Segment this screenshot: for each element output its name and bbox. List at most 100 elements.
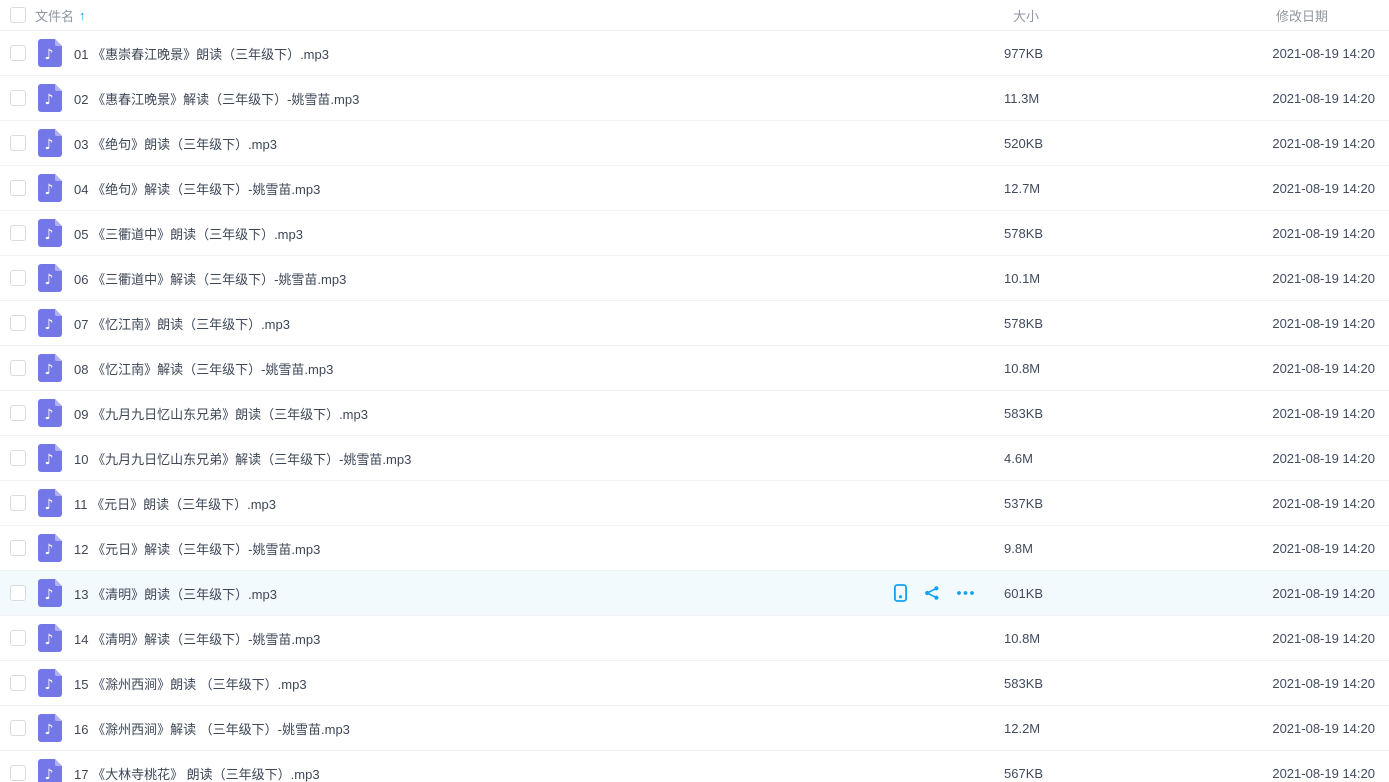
file-size: 578KB [1004,226,1104,241]
audio-file-icon: ♪ [38,264,62,292]
audio-file-icon: ♪ [38,624,62,652]
audio-file-icon: ♪ [38,39,62,67]
file-name[interactable]: 07 《忆江南》朗读（三年级下）.mp3 [74,314,1004,333]
table-row[interactable]: ♪ 01 《惠崇春江晚景》朗读（三年级下）.mp3 977KB 2021-08-… [0,31,1389,76]
sort-asc-icon[interactable]: ↑ [79,9,86,22]
table-row[interactable]: ♪ 02 《惠春江晚景》解读（三年级下）-姚雪苗.mp3 11.3M 2021-… [0,76,1389,121]
file-date: 2021-08-19 14:20 [1104,181,1389,196]
column-header-date[interactable]: 修改日期 [1104,6,1389,25]
table-row[interactable]: ♪ 04 《绝句》解读（三年级下）-姚雪苗.mp3 12.7M 2021-08-… [0,166,1389,211]
row-checkbox[interactable] [10,90,26,106]
row-checkbox[interactable] [10,225,26,241]
select-all-checkbox[interactable] [10,7,26,23]
row-checkbox[interactable] [10,765,26,781]
share-icon[interactable] [924,585,940,601]
music-note-glyph: ♪ [45,317,54,333]
file-name[interactable]: 09 《九月九日忆山东兄弟》朗读（三年级下）.mp3 [74,404,1004,423]
table-row[interactable]: ♪ 05 《三衢道中》朗读（三年级下）.mp3 578KB 2021-08-19… [0,211,1389,256]
table-row[interactable]: ♪ 08 《忆江南》解读（三年级下）-姚雪苗.mp3 10.8M 2021-08… [0,346,1389,391]
row-checkbox[interactable] [10,270,26,286]
table-row[interactable]: ♪ 06 《三衢道中》解读（三年级下）-姚雪苗.mp3 10.1M 2021-0… [0,256,1389,301]
file-date: 2021-08-19 14:20 [1104,631,1389,646]
audio-file-icon: ♪ [38,534,62,562]
music-note-glyph: ♪ [45,632,54,648]
file-size: 10.8M [1004,361,1104,376]
file-name[interactable]: 17 《大林寺桃花》 朗读（三年级下）.mp3 [74,764,1004,782]
column-header-size[interactable]: 大小 [1004,6,1104,25]
file-date: 2021-08-19 14:20 [1104,46,1389,61]
file-date: 2021-08-19 14:20 [1104,406,1389,421]
column-header-filename[interactable]: 文件名 ↑ [35,6,86,25]
file-size: 601KB [1004,586,1104,601]
file-list: 文件名 ↑ 大小 修改日期 ♪ 01 《惠崇春江晚景》朗读（三年级下）.mp3 … [0,0,1389,782]
more-actions-icon[interactable] [956,585,975,601]
file-name[interactable]: 13 《清明》朗读（三年级下）.mp3 [74,584,893,603]
audio-file-icon: ♪ [38,174,62,202]
file-date: 2021-08-19 14:20 [1104,541,1389,556]
file-name[interactable]: 10 《九月九日忆山东兄弟》解读（三年级下）-姚雪苗.mp3 [74,449,1004,468]
file-name[interactable]: 03 《绝句》朗读（三年级下）.mp3 [74,134,1004,153]
row-checkbox[interactable] [10,45,26,61]
file-rows: ♪ 01 《惠崇春江晚景》朗读（三年级下）.mp3 977KB 2021-08-… [0,31,1389,782]
audio-file-icon: ♪ [38,444,62,472]
row-checkbox[interactable] [10,630,26,646]
table-row[interactable]: ♪ 17 《大林寺桃花》 朗读（三年级下）.mp3 567KB 2021-08-… [0,751,1389,782]
row-checkbox[interactable] [10,360,26,376]
file-name[interactable]: 14 《清明》解读（三年级下）-姚雪苗.mp3 [74,629,1004,648]
file-name[interactable]: 02 《惠春江晚景》解读（三年级下）-姚雪苗.mp3 [74,89,1004,108]
table-row[interactable]: ♪ 03 《绝句》朗读（三年级下）.mp3 520KB 2021-08-19 1… [0,121,1389,166]
music-note-glyph: ♪ [45,362,54,378]
file-date: 2021-08-19 14:20 [1104,721,1389,736]
audio-file-icon: ♪ [38,219,62,247]
file-name[interactable]: 06 《三衢道中》解读（三年级下）-姚雪苗.mp3 [74,269,1004,288]
table-row[interactable]: ♪ 13 《清明》朗读（三年级下）.mp3 601KB 2021-08-19 1… [0,571,1389,616]
file-name[interactable]: 16 《滁州西涧》解读 （三年级下）-姚雪苗.mp3 [74,719,1004,738]
file-name[interactable]: 11 《元日》朗读（三年级下）.mp3 [74,494,1004,513]
table-row[interactable]: ♪ 16 《滁州西涧》解读 （三年级下）-姚雪苗.mp3 12.2M 2021-… [0,706,1389,751]
file-name[interactable]: 04 《绝句》解读（三年级下）-姚雪苗.mp3 [74,179,1004,198]
audio-file-icon: ♪ [38,669,62,697]
music-note-glyph: ♪ [45,587,54,603]
file-size: 583KB [1004,406,1104,421]
table-row[interactable]: ♪ 07 《忆江南》朗读（三年级下）.mp3 578KB 2021-08-19 … [0,301,1389,346]
row-checkbox[interactable] [10,405,26,421]
file-size: 4.6M [1004,451,1104,466]
file-name[interactable]: 01 《惠崇春江晚景》朗读（三年级下）.mp3 [74,44,1004,63]
table-row[interactable]: ♪ 12 《元日》解读（三年级下）-姚雪苗.mp3 9.8M 2021-08-1… [0,526,1389,571]
table-row[interactable]: ♪ 09 《九月九日忆山东兄弟》朗读（三年级下）.mp3 583KB 2021-… [0,391,1389,436]
table-row[interactable]: ♪ 15 《滁州西涧》朗读 （三年级下）.mp3 583KB 2021-08-1… [0,661,1389,706]
file-size: 12.2M [1004,721,1104,736]
music-note-glyph: ♪ [45,182,54,198]
send-to-phone-icon[interactable] [893,584,908,602]
row-checkbox[interactable] [10,675,26,691]
file-size: 12.7M [1004,181,1104,196]
music-note-glyph: ♪ [45,272,54,288]
file-date: 2021-08-19 14:20 [1104,271,1389,286]
music-note-glyph: ♪ [45,677,54,693]
row-checkbox[interactable] [10,495,26,511]
audio-file-icon: ♪ [38,354,62,382]
row-checkbox[interactable] [10,315,26,331]
file-date: 2021-08-19 14:20 [1104,361,1389,376]
file-date: 2021-08-19 14:20 [1104,91,1389,106]
row-checkbox[interactable] [10,135,26,151]
music-note-glyph: ♪ [45,92,54,108]
file-name[interactable]: 08 《忆江南》解读（三年级下）-姚雪苗.mp3 [74,359,1004,378]
row-checkbox[interactable] [10,720,26,736]
file-name[interactable]: 12 《元日》解读（三年级下）-姚雪苗.mp3 [74,539,1004,558]
file-size: 10.1M [1004,271,1104,286]
table-row[interactable]: ♪ 10 《九月九日忆山东兄弟》解读（三年级下）-姚雪苗.mp3 4.6M 20… [0,436,1389,481]
row-checkbox[interactable] [10,180,26,196]
row-checkbox[interactable] [10,450,26,466]
table-row[interactable]: ♪ 14 《清明》解读（三年级下）-姚雪苗.mp3 10.8M 2021-08-… [0,616,1389,661]
row-actions [893,584,975,602]
row-checkbox[interactable] [10,540,26,556]
file-name[interactable]: 15 《滁州西涧》朗读 （三年级下）.mp3 [74,674,1004,693]
row-checkbox[interactable] [10,585,26,601]
file-size: 567KB [1004,766,1104,781]
file-size: 10.8M [1004,631,1104,646]
table-row[interactable]: ♪ 11 《元日》朗读（三年级下）.mp3 537KB 2021-08-19 1… [0,481,1389,526]
file-name[interactable]: 05 《三衢道中》朗读（三年级下）.mp3 [74,224,1004,243]
audio-file-icon: ♪ [38,579,62,607]
file-date: 2021-08-19 14:20 [1104,451,1389,466]
